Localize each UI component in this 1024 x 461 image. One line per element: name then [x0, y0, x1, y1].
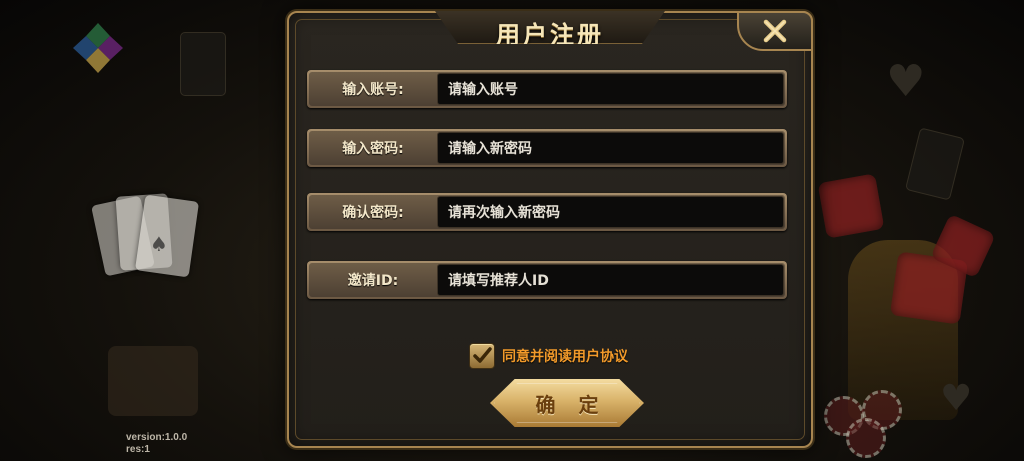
poker-chip-icon [846, 418, 886, 458]
confirm-button[interactable]: 确 定 [490, 379, 644, 427]
agreement-toggle[interactable]: 同意并阅读用户协议 [469, 341, 628, 371]
close-icon [763, 19, 787, 43]
account-row: 输入账号: 请输入账号 [307, 70, 787, 108]
close-button[interactable] [737, 11, 813, 51]
checkmark-icon [473, 347, 492, 363]
dice-icon [817, 173, 885, 239]
confirm-password-input[interactable]: 请再次输入新密码 [437, 196, 784, 228]
spade-icon: ♠ [150, 232, 168, 256]
version-info: version:1.0.0 res:1 [126, 432, 187, 456]
agreement-text[interactable]: 同意并阅读用户协议 [502, 346, 628, 366]
confirm-password-label: 确认密码: [342, 205, 404, 221]
account-label: 输入账号: [342, 82, 404, 98]
password-label: 输入密码: [342, 141, 404, 157]
invite-id-row: 邀请ID: 请填写推荐人ID [307, 261, 787, 299]
dialog-title: 用户注册 [496, 21, 604, 49]
card-back-icon [904, 127, 966, 201]
password-row: 输入密码: 请输入新密码 [307, 129, 787, 167]
heart-icon: ♥ [886, 56, 926, 107]
register-dialog: 用户注册 输入账号: 请输入账号 输入密码: 请输入新密码 确认密码: 请再次输… [287, 11, 813, 448]
confirm-label: 确 定 [535, 392, 607, 417]
password-input[interactable]: 请输入新密码 [437, 132, 784, 164]
agreement-checkbox[interactable] [469, 343, 495, 369]
heart-icon: ♥ [940, 378, 973, 419]
account-input[interactable]: 请输入账号 [437, 73, 784, 105]
invite-id-input[interactable]: 请填写推荐人ID [437, 264, 784, 296]
slot-machine-icon [108, 346, 198, 416]
app-logo-icon [73, 23, 123, 73]
card-back-icon [180, 32, 226, 96]
confirm-password-row: 确认密码: 请再次输入新密码 [307, 193, 787, 231]
title-plate: 用户注册 [435, 11, 665, 44]
res-text: res:1 [126, 444, 150, 455]
invite-id-label: 邀请ID: [347, 273, 399, 289]
version-text: version:1.0.0 [126, 432, 188, 443]
